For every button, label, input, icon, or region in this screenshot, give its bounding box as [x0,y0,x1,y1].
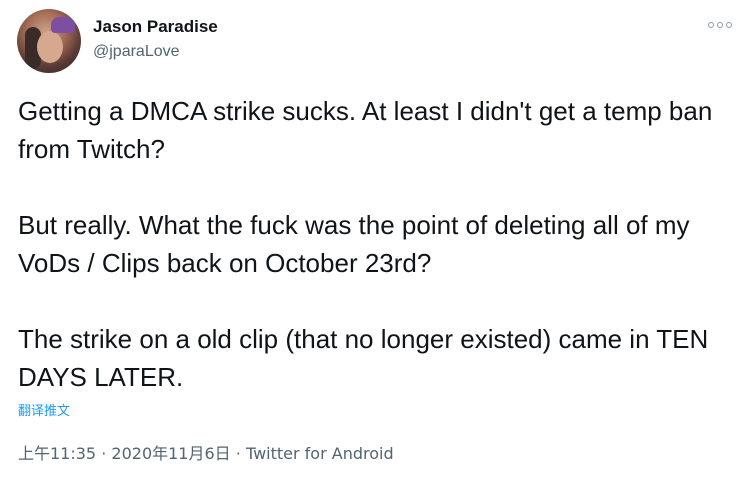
user-handle[interactable]: @jparaLove [93,43,180,61]
tweet-paragraph: Getting a DMCA strike sucks. At least I … [18,96,713,164]
tweet-time[interactable]: 上午11:35 [18,444,96,463]
meta-separator: · [101,444,107,463]
avatar[interactable] [17,9,81,73]
tweet-text: Getting a DMCA strike sucks. At least I … [18,92,734,396]
more-horizontal-icon [717,22,723,28]
avatar-face [37,31,63,63]
tweet-card: Jason Paradise @jparaLove Getting a DMCA… [0,0,750,480]
tweet-paragraph: The strike on a old clip (that no longer… [18,324,709,392]
meta-separator: · [235,444,241,463]
avatar-hat [51,17,75,33]
tweet-source[interactable]: Twitter for Android [246,444,394,463]
tweet-paragraph: But really. What the fuck was the point … [18,210,690,278]
more-options-button[interactable] [708,18,732,32]
translate-tweet-link[interactable]: 翻译推文 [18,400,70,419]
more-horizontal-icon [708,22,714,28]
display-name[interactable]: Jason Paradise [93,17,218,37]
more-horizontal-icon [726,22,732,28]
tweet-metadata: 上午11:35 · 2020年11月6日 · Twitter for Andro… [18,440,394,464]
tweet-date[interactable]: 2020年11月6日 [111,444,230,463]
